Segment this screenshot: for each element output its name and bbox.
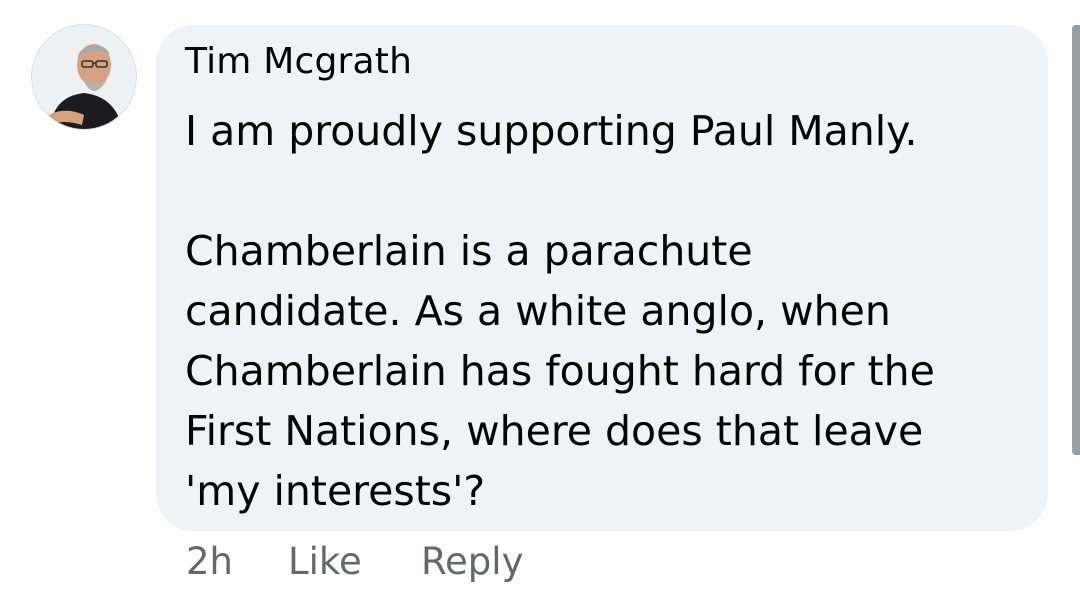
reply-button[interactable]: Reply (421, 540, 523, 583)
comment-blank-line (185, 161, 1045, 221)
comment-author[interactable]: Tim Mcgrath (185, 41, 412, 82)
scrollbar[interactable] (1072, 25, 1080, 455)
avatar[interactable] (32, 25, 136, 129)
comment-line: I am proudly supporting Paul Manly. (185, 107, 918, 155)
comment-line: First Nations, where does that leave (185, 407, 924, 455)
profile-photo-icon (32, 25, 136, 129)
comment-line: 'my interests'? (185, 467, 486, 515)
comment-bubble: Tim Mcgrath I am proudly supporting Paul… (156, 25, 1048, 531)
like-button[interactable]: Like (288, 540, 362, 583)
comment-timestamp[interactable]: 2h (186, 540, 233, 583)
comment-screen: Tim Mcgrath I am proudly supporting Paul… (0, 0, 1080, 615)
comment-line: Chamberlain has fought hard for the (185, 347, 935, 395)
comment-text: I am proudly supporting Paul Manly. Cham… (185, 101, 1045, 521)
comment-line: Chamberlain is a parachute (185, 227, 753, 275)
comment-line: candidate. As a white anglo, when (185, 287, 891, 335)
